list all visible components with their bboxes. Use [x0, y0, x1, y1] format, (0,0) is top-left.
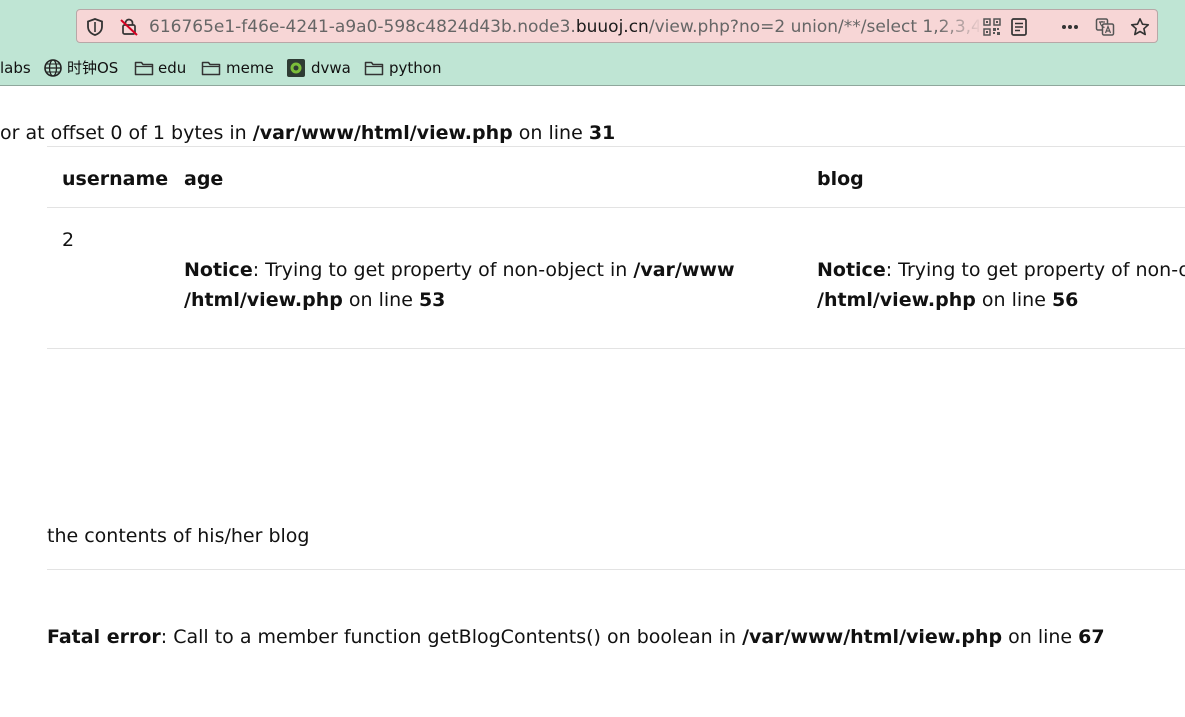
url-prefix: 616765e1-f46e-4241-a9a0-598c4824d43b.nod… — [149, 17, 576, 37]
notice-label: Notice — [817, 259, 886, 281]
bookmark-clock-os[interactable]: 时钟OS — [43, 56, 128, 80]
bookmark-label: 时钟OS — [67, 59, 119, 77]
table-bottom-divider — [47, 348, 1185, 349]
notice-message: : Trying to get property of non-object i… — [252, 259, 634, 281]
table-header-divider — [47, 207, 1185, 208]
url-fade — [937, 14, 983, 40]
translate-icon[interactable] — [1095, 17, 1115, 37]
bookmarks-bar: labs 时钟OS edu meme dvwa python — [0, 56, 1185, 80]
bookmark-label: python — [389, 59, 442, 77]
folder-icon — [364, 61, 384, 76]
url-text[interactable]: 616765e1-f46e-4241-a9a0-598c4824d43b.nod… — [149, 16, 979, 38]
globe-icon — [44, 59, 62, 77]
notice-on-line: on line — [342, 289, 419, 311]
address-bar[interactable]: 616765e1-f46e-4241-a9a0-598c4824d43b.nod… — [76, 9, 1158, 43]
bookmark-python[interactable]: python — [364, 56, 446, 80]
error-text: or at offset 0 of 1 bytes in — [0, 122, 253, 144]
bookmark-dvwa[interactable]: dvwa — [286, 56, 354, 80]
url-path: /view.php?no=2 union/**/select 1,2,3,4%2 — [648, 17, 979, 37]
folder-icon — [201, 61, 221, 76]
age-notice-line2: /html/view.php on line 53 — [184, 285, 445, 315]
cell-username: 2 — [62, 229, 75, 251]
fatal-error-label: Fatal error — [47, 626, 161, 648]
error-file: /var/www/html/view.php — [252, 122, 513, 144]
fatal-error-text: : Call to a member function getBlogConte… — [160, 626, 743, 648]
notice-line-number: 53 — [418, 289, 446, 311]
bookmark-edu[interactable]: edu — [134, 56, 194, 80]
error-on-line: on line — [512, 122, 589, 144]
blog-contents-label: the contents of his/her blog — [47, 525, 310, 547]
error-line-number: 31 — [588, 122, 616, 144]
notice-message: : Trying to get property of non-obje — [885, 259, 1185, 281]
notice-file-part2: /html/view.php — [184, 289, 343, 311]
column-header-blog: blog — [817, 168, 864, 190]
bookmark-label: dvwa — [311, 59, 351, 77]
no-secure-icon[interactable] — [119, 17, 139, 37]
url-host: buuoj.cn — [575, 17, 649, 37]
bookmark-meme[interactable]: meme — [201, 56, 277, 80]
bookmark-label: labs — [0, 59, 31, 77]
blog-divider — [47, 569, 1185, 570]
dvwa-icon — [287, 59, 305, 77]
notice-line-number: 56 — [1051, 289, 1079, 311]
column-header-age: age — [184, 168, 224, 190]
bookmark-label: edu — [158, 59, 187, 77]
notice-file-part2: /html/view.php — [817, 289, 976, 311]
page-content: or at offset 0 of 1 bytes in /var/www/ht… — [0, 86, 1185, 717]
column-header-username: username — [62, 168, 169, 190]
qr-code-icon[interactable] — [982, 17, 1002, 37]
bookmark-labs[interactable]: labs — [0, 56, 40, 80]
fatal-error-on-line: on line — [1002, 626, 1079, 648]
bookmark-label: meme — [226, 59, 274, 77]
blog-notice-line2: /html/view.php on line 56 — [817, 285, 1078, 315]
reader-mode-icon[interactable] — [1009, 17, 1029, 37]
fatal-error-line-number: 67 — [1078, 626, 1105, 648]
bookmark-star-icon[interactable] — [1130, 17, 1150, 37]
table-top-divider — [47, 146, 1185, 147]
notice-file-part1: /var/www — [633, 259, 735, 281]
notice-on-line: on line — [975, 289, 1052, 311]
notice-label: Notice — [184, 259, 253, 281]
fatal-error-file: /var/www/html/view.php — [742, 626, 1003, 648]
browser-toolbar: 616765e1-f46e-4241-a9a0-598c4824d43b.nod… — [0, 0, 1185, 86]
age-notice-line1: Notice: Trying to get property of non-ob… — [184, 255, 735, 285]
more-icon[interactable] — [1060, 17, 1080, 37]
shield-icon[interactable] — [85, 17, 105, 37]
top-error-message: or at offset 0 of 1 bytes in /var/www/ht… — [0, 118, 615, 148]
blog-notice-line1: Notice: Trying to get property of non-ob… — [817, 255, 1185, 285]
fatal-error-message: Fatal error: Call to a member function g… — [47, 622, 1105, 652]
folder-icon — [134, 61, 154, 76]
